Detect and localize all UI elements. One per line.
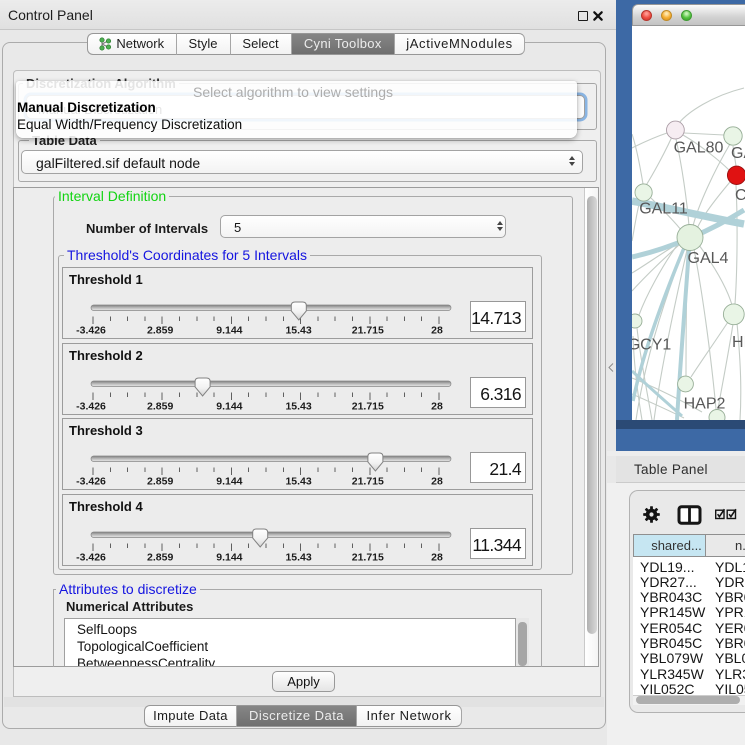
- svg-text:21.715: 21.715: [352, 476, 384, 488]
- svg-text:-3.426: -3.426: [76, 551, 106, 563]
- svg-text:2.859: 2.859: [147, 400, 173, 412]
- svg-text:-3.426: -3.426: [76, 476, 106, 488]
- svg-text:15.43: 15.43: [285, 400, 311, 412]
- svg-text:15.43: 15.43: [285, 325, 311, 337]
- svg-text:HI: HI: [732, 334, 745, 351]
- svg-text:2.859: 2.859: [147, 325, 173, 337]
- svg-text:9.144: 9.144: [216, 476, 242, 488]
- svg-text:GAL4: GAL4: [688, 250, 729, 267]
- svg-text:9.144: 9.144: [216, 325, 242, 337]
- svg-text:21.715: 21.715: [352, 400, 384, 412]
- svg-text:GAL80: GAL80: [674, 140, 724, 157]
- svg-text:28: 28: [431, 476, 443, 488]
- svg-text:CA: CA: [735, 187, 745, 204]
- svg-text:GAL11: GAL11: [639, 201, 688, 218]
- svg-text:HAP2: HAP2: [684, 396, 726, 413]
- svg-text:2.859: 2.859: [147, 551, 173, 563]
- svg-text:-3.426: -3.426: [76, 325, 106, 337]
- svg-text:21.715: 21.715: [352, 551, 384, 563]
- svg-text:28: 28: [431, 400, 443, 412]
- svg-text:9.144: 9.144: [216, 551, 242, 563]
- svg-text:9.144: 9.144: [216, 400, 242, 412]
- svg-text:15.43: 15.43: [285, 476, 311, 488]
- svg-text:GCY1: GCY1: [632, 337, 671, 354]
- svg-text:21.715: 21.715: [352, 325, 384, 337]
- svg-text:2.859: 2.859: [147, 476, 173, 488]
- svg-text:GA: GA: [731, 145, 745, 162]
- svg-text:15.43: 15.43: [285, 551, 311, 563]
- svg-text:28: 28: [431, 325, 443, 337]
- svg-text:-3.426: -3.426: [76, 400, 106, 412]
- svg-text:28: 28: [431, 551, 443, 563]
